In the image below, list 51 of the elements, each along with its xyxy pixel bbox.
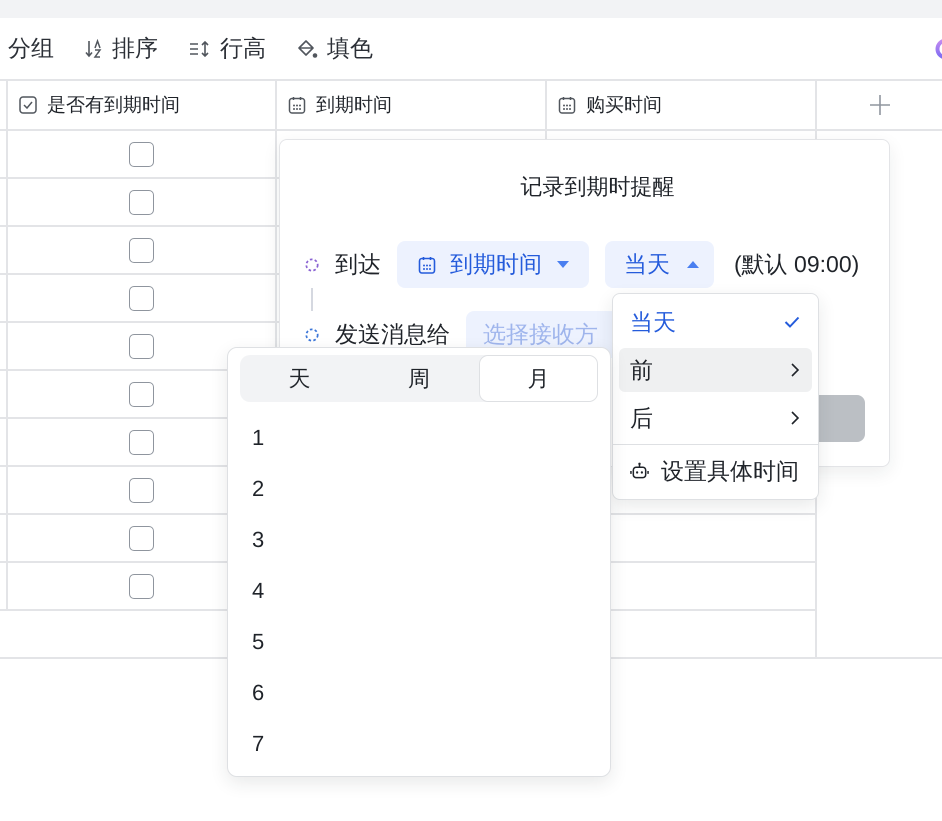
checkbox[interactable] [129,238,154,262]
column-header: 购买时间 [586,94,662,118]
checkbox[interactable] [129,478,154,502]
number-option[interactable]: 4 [240,565,598,616]
toolbar-button[interactable]: 排序 [85,28,158,68]
checkbox[interactable] [129,286,154,310]
timing-dropdown[interactable]: 当天 [605,241,714,288]
checkbox[interactable] [129,142,154,166]
check-icon [784,316,800,328]
dialog-title: 记录到期时提醒 [520,173,674,201]
caret-icon [556,260,570,269]
column-header: 到期时间 [316,94,392,118]
unit-tab[interactable]: 月 [478,355,598,402]
calendar-icon [288,96,306,114]
column-header: 是否有到期时间 [47,94,180,118]
checkbox[interactable] [129,382,154,406]
ring-icon[interactable] [935,38,942,60]
number-option[interactable]: 2 [240,463,598,514]
checkbox[interactable] [129,526,154,550]
checkbox[interactable] [129,430,154,454]
step-label: 到达 [335,250,381,279]
menu-item[interactable]: 前 [619,348,812,392]
checkbox-icon [19,96,37,114]
connector-line [311,288,313,311]
unit-tab[interactable]: 周 [359,355,479,402]
chevron-right-icon [790,410,800,426]
toolbar-button[interactable]: 填色 [297,28,373,68]
number-option[interactable]: 6 [240,667,598,718]
row-height-icon [189,40,211,58]
calendar-icon [418,256,436,274]
menu-item[interactable]: 设置具体时间 [619,449,812,493]
number-option[interactable]: 3 [240,514,598,565]
unit-tab[interactable]: 天 [240,355,360,402]
robot-icon [630,462,649,480]
sort-icon [85,38,103,58]
menu-item[interactable]: 后 [619,396,812,440]
default-time-note: (默认 09:00) [734,250,860,279]
step-label: 发送消息给 [335,320,450,349]
checkbox[interactable] [129,574,154,598]
toolbar-button[interactable]: 行高 [189,28,266,68]
number-option[interactable]: 1 [240,412,598,463]
number-option[interactable]: 5 [240,616,598,667]
toolbar-button[interactable]: 分组 [8,28,54,68]
checkbox[interactable] [129,190,154,214]
calendar-icon [558,96,576,114]
checkbox[interactable] [129,334,154,358]
chevron-right-icon [790,362,800,378]
plus-icon[interactable] [868,94,890,116]
field-dropdown[interactable]: 到期时间 [397,241,589,288]
number-option[interactable]: 7 [240,718,598,769]
paint-bucket-icon [297,38,318,58]
